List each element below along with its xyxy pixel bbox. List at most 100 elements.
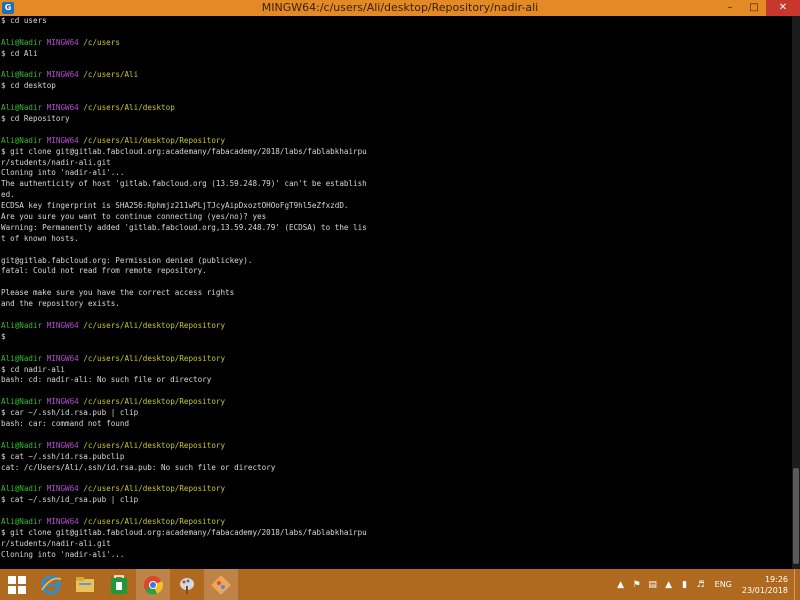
show-hidden-icons-icon[interactable]: ▲ (615, 579, 627, 591)
output-line: $ cd desktop (1, 81, 56, 91)
taskbar: ▲ ⚑ ▤ ▲ ▮ ♬ ENG 19:26 23/01/2018 (0, 569, 800, 600)
prompt-user: Ali@Nadir (1, 37, 43, 47)
prompt-host: MINGW64 (46, 37, 79, 47)
signal-icon[interactable]: ▲ (663, 579, 675, 591)
window-titlebar[interactable]: G MINGW64:/c/users/Ali/desktop/Repositor… (0, 0, 800, 16)
flag-icon[interactable]: ⚑ (631, 579, 643, 591)
prompt-line: Ali@Nadir MINGW64 /c/users/Ali/desktop/R… (1, 484, 792, 495)
git-bash-icon (211, 574, 231, 595)
prompt-user: Ali@Nadir (1, 516, 43, 526)
output-line: The authenticity of host 'gitlab.fabclou… (1, 179, 367, 189)
prompt-user: Ali@Nadir (1, 70, 43, 80)
prompt-host: MINGW64 (46, 516, 79, 526)
prompt-host: MINGW64 (46, 135, 79, 145)
output-line: $ cd Repository (1, 114, 70, 124)
prompt-path: /c/users (83, 37, 120, 47)
prompt-user: Ali@Nadir (1, 135, 43, 145)
taskbar-git-bash[interactable] (204, 569, 238, 600)
output-line: fatal: Could not read from remote reposi… (1, 266, 207, 276)
window-controls: – □ ✕ (718, 0, 800, 16)
prompt-line: Ali@Nadir MINGW64 /c/users/Ali/desktop/R… (1, 136, 792, 147)
prompt-path: /c/users/Ali/desktop/Repository (83, 135, 226, 145)
taskbar-paint[interactable] (170, 569, 204, 600)
scrollbar-thumb[interactable] (793, 468, 799, 564)
show-desktop-button[interactable] (794, 569, 800, 600)
prompt-line: Ali@Nadir MINGW64 /c/users/Ali/desktop (1, 103, 792, 114)
prompt-host: MINGW64 (46, 70, 79, 80)
terminal-output[interactable]: $ cd users Ali@Nadir MINGW64 /c/users $ cd… (0, 16, 792, 569)
taskbar-store[interactable] (102, 569, 136, 600)
output-line: $ cat ~/.ssh/id.rsa.pubclip (1, 451, 125, 461)
chrome-icon (144, 575, 163, 595)
taskbar-chrome[interactable] (136, 569, 170, 600)
battery-icon[interactable]: ▮ (679, 579, 691, 591)
output-line: $ cd users (1, 16, 47, 25)
output-line: bash: car: command not found (1, 418, 130, 428)
output-line: and the repository exists. (1, 299, 120, 309)
prompt-host: MINGW64 (46, 320, 79, 330)
output-line: $ cd Ali (1, 48, 38, 58)
output-line: r/students/nadir-ali.git (1, 538, 111, 548)
output-line: $ (1, 331, 6, 341)
windows-logo-icon (8, 575, 26, 594)
output-line: $ git clone git@gitlab.fabcloud.org:acad… (1, 146, 367, 156)
prompt-path: /c/users/Ali/desktop/Repository (83, 320, 226, 330)
output-line: Cloning into 'nadir-ali'... (1, 549, 125, 559)
prompt-path: /c/users/Ali/desktop/Repository (83, 484, 226, 494)
output-line: $ car ~/.ssh/id.rsa.pub | clip (1, 408, 139, 418)
prompt-host: MINGW64 (46, 397, 79, 407)
prompt-user: Ali@Nadir (1, 484, 43, 494)
taskbar-file-explorer[interactable] (68, 569, 102, 600)
terminal-scrollbar[interactable] (792, 16, 800, 569)
output-line: $ cat ~/.ssh/id_rsa.pub | clip (1, 495, 139, 505)
output-line: bash: cd: nadir-ali: No such file or dir… (1, 375, 212, 385)
output-line: Warning: Permanently added 'gitlab.fabcl… (1, 222, 367, 232)
prompt-line: Ali@Nadir MINGW64 /c/users/Ali/desktop/R… (1, 321, 792, 332)
output-line: cat: /c/Users/Ali/.ssh/id.rsa.pub: No su… (1, 462, 276, 472)
store-icon (111, 574, 127, 594)
minimize-button[interactable]: – (718, 0, 742, 16)
prompt-line: Ali@Nadir MINGW64 /c/users/Ali/desktop/R… (1, 517, 792, 528)
system-tray: ▲ ⚑ ▤ ▲ ▮ ♬ ENG 19:26 23/01/2018 (613, 569, 800, 600)
language-indicator[interactable]: ENG (715, 580, 732, 589)
prompt-user: Ali@Nadir (1, 397, 43, 407)
output-line: Cloning into 'nadir-ali'... (1, 168, 125, 178)
internet-explorer-icon (41, 575, 62, 594)
prompt-host: MINGW64 (46, 484, 79, 494)
prompt-line: Ali@Nadir MINGW64 /c/users/Ali/desktop/R… (1, 397, 792, 408)
taskbar-internet-explorer[interactable] (34, 569, 68, 600)
clock-time: 19:26 (764, 574, 788, 584)
network-icon[interactable]: ▤ (647, 579, 659, 591)
prompt-host: MINGW64 (46, 353, 79, 363)
prompt-user: Ali@Nadir (1, 320, 43, 330)
prompt-path: /c/users/Ali/desktop/Repository (83, 397, 226, 407)
prompt-user: Ali@Nadir (1, 440, 43, 450)
maximize-button[interactable]: □ (742, 0, 766, 16)
close-button[interactable]: ✕ (766, 0, 800, 16)
clock[interactable]: 19:26 23/01/2018 (742, 574, 788, 596)
output-line: r/students/nadir-ali.git (1, 157, 111, 167)
window-title: MINGW64:/c/users/Ali/desktop/Repository/… (261, 1, 539, 14)
prompt-host: MINGW64 (46, 103, 79, 113)
folder-icon (76, 576, 94, 592)
output-line: t of known hosts. (1, 233, 79, 243)
output-line: $ cd nadir-ali (1, 364, 66, 374)
prompt-line: Ali@Nadir MINGW64 /c/users/Ali (1, 70, 792, 81)
output-line: Are you sure you want to continue connec… (1, 212, 267, 222)
prompt-host: MINGW64 (46, 440, 79, 450)
volume-icon[interactable]: ♬ (695, 579, 707, 591)
start-button[interactable] (0, 569, 34, 600)
prompt-path: /c/users/Ali/desktop/Repository (83, 516, 226, 526)
prompt-user: Ali@Nadir (1, 353, 43, 363)
prompt-line: Ali@Nadir MINGW64 /c/users/Ali/desktop/R… (1, 441, 792, 452)
prompt-line: Ali@Nadir MINGW64 /c/users (1, 38, 792, 49)
